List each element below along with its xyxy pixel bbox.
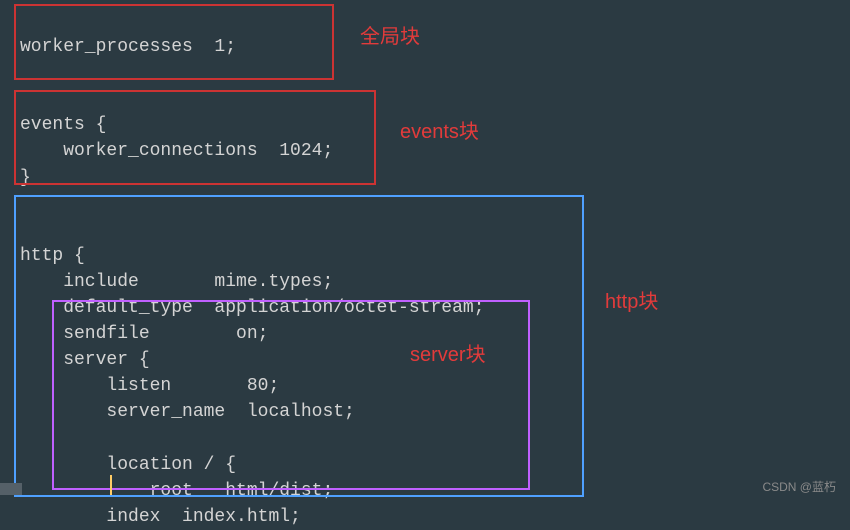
annotation-box-global [14, 4, 334, 80]
annotation-box-events [14, 90, 376, 185]
label-global: 全局块 [360, 20, 420, 49]
scrollbar-thumb[interactable] [0, 483, 22, 495]
label-http: http块 [605, 285, 658, 314]
label-events: events块 [400, 115, 479, 144]
text-cursor [110, 475, 112, 495]
label-server: server块 [410, 338, 486, 367]
annotation-box-server [52, 300, 530, 490]
code-line: index index.html; [20, 507, 301, 527]
watermark: CSDN @蓝朽 [762, 478, 836, 495]
